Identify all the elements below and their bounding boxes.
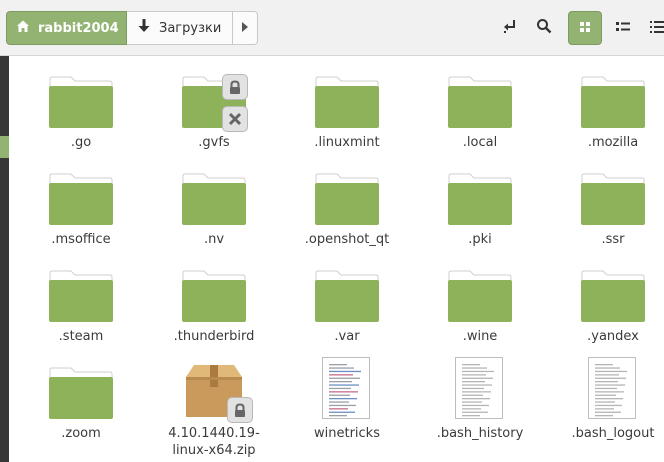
file-name-label: .msoffice <box>51 232 111 247</box>
text-file-icon <box>588 357 636 419</box>
folder-icon <box>149 64 279 134</box>
folder-icon <box>415 161 545 231</box>
file-name-label: .local <box>462 135 498 150</box>
breadcrumb-home-label: rabbit2004 <box>38 20 119 36</box>
toggle-location-icon <box>502 18 518 38</box>
folder-icon <box>548 64 664 134</box>
file-name-label: .linuxmint <box>314 135 380 150</box>
folder-item[interactable]: .pki <box>415 161 545 248</box>
icon-view-button[interactable] <box>568 11 602 45</box>
breadcrumb-downloads-label: Загрузки <box>159 20 222 36</box>
folder-item[interactable]: .msoffice <box>16 161 146 248</box>
sidebar-edge[interactable] <box>0 56 9 462</box>
folder-item[interactable]: .ssr <box>548 161 664 248</box>
folder-icon <box>415 258 545 328</box>
folder-icon <box>548 258 664 328</box>
toolbar: rabbit2004 Загрузки <box>0 0 664 56</box>
file-name-label: .wine <box>462 329 498 344</box>
text-document-icon <box>548 355 664 425</box>
folder-icon <box>16 355 146 425</box>
folder-item[interactable]: .openshot_qt <box>282 161 412 248</box>
icon-view-icon <box>578 19 592 38</box>
folder-item[interactable]: .gvfs <box>149 64 279 151</box>
folder-item[interactable]: .wine <box>415 258 545 345</box>
file-name-label: 4.10.1440.19- linux-x64.zip <box>168 426 260 458</box>
folder-icon <box>282 64 412 134</box>
compact-view-icon <box>649 19 664 38</box>
list-view-button[interactable] <box>606 11 640 45</box>
breadcrumb-home-button[interactable]: rabbit2004 <box>6 11 127 45</box>
folder-item[interactable]: .local <box>415 64 545 151</box>
folder-icon <box>149 258 279 328</box>
folder-icon <box>16 258 146 328</box>
file-name-label: .zoom <box>61 426 101 441</box>
file-item[interactable]: .bash_logout <box>548 355 664 442</box>
text-document-icon <box>415 355 545 425</box>
sidebar-selection-indicator <box>0 136 9 158</box>
folder-item[interactable]: .steam <box>16 258 146 345</box>
file-name-label: .pki <box>468 232 492 247</box>
file-name-label: winetricks <box>314 426 380 441</box>
folder-item[interactable]: .thunderbird <box>149 258 279 345</box>
search-button[interactable] <box>527 11 561 45</box>
folder-icon <box>149 161 279 231</box>
folder-item[interactable]: .var <box>282 258 412 345</box>
folder-item[interactable]: .nv <box>149 161 279 248</box>
file-name-label: .nv <box>203 232 225 247</box>
file-name-label: .bash_history <box>436 426 524 441</box>
lock-emblem-icon <box>227 397 253 423</box>
toggle-location-button[interactable] <box>493 11 527 45</box>
file-name-label: .ssr <box>601 232 625 247</box>
file-name-label: .steam <box>58 329 104 344</box>
chevron-right-icon <box>241 21 249 36</box>
folder-item[interactable]: .mozilla <box>548 64 664 151</box>
file-name-label: .yandex <box>587 329 639 344</box>
folder-icon <box>282 258 412 328</box>
file-item[interactable]: 4.10.1440.19- linux-x64.zip <box>149 355 279 459</box>
file-item[interactable]: .bash_history <box>415 355 545 442</box>
folder-icon <box>548 161 664 231</box>
file-name-label: .openshot_qt <box>304 232 390 247</box>
script-file-icon <box>322 357 370 419</box>
download-icon <box>137 18 151 38</box>
list-view-icon <box>615 19 631 38</box>
file-name-label: .var <box>334 329 360 344</box>
folder-item[interactable]: .linuxmint <box>282 64 412 151</box>
folder-item[interactable]: .yandex <box>548 258 664 345</box>
archive-icon <box>149 355 279 425</box>
folder-icon <box>16 161 146 231</box>
file-name-label: .gvfs <box>198 135 230 150</box>
script-icon <box>282 355 412 425</box>
text-file-icon <box>455 357 503 419</box>
folder-icon <box>282 161 412 231</box>
home-icon <box>15 18 31 38</box>
file-name-label: .bash_logout <box>571 426 655 441</box>
file-item[interactable]: winetricks <box>282 355 412 442</box>
lock-emblem-icon <box>222 74 248 100</box>
folder-icon <box>415 64 545 134</box>
breadcrumb-forward-button[interactable] <box>233 11 258 45</box>
breadcrumb-downloads-button[interactable]: Загрузки <box>127 11 233 45</box>
search-icon <box>536 18 552 38</box>
folder-item[interactable]: .go <box>16 64 146 151</box>
folder-item[interactable]: .zoom <box>16 355 146 442</box>
file-name-label: .mozilla <box>587 135 639 150</box>
unreadable-emblem-icon <box>222 106 248 132</box>
file-name-label: .go <box>70 135 92 150</box>
file-name-label: .thunderbird <box>173 329 255 344</box>
file-grid: .go .gvfs .linuxmint .local .mozilla .msoffic… <box>9 56 664 462</box>
compact-view-button[interactable] <box>640 11 664 45</box>
breadcrumb: rabbit2004 Загрузки <box>6 11 258 45</box>
folder-icon <box>16 64 146 134</box>
